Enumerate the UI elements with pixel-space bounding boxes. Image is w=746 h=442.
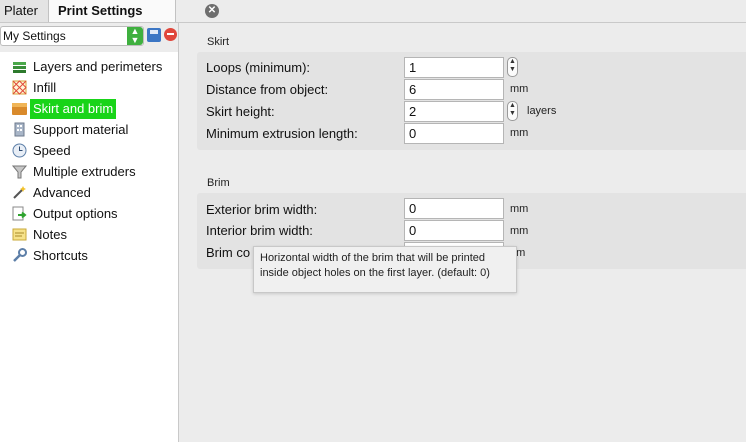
delete-icon[interactable]	[164, 28, 177, 41]
sidebar-item-label: Skirt and brim	[30, 99, 117, 119]
settings-sidebar: My Settings ▲ ▼ Layers and perimeters Inf…	[0, 23, 179, 442]
sidebar-item-label: Support material	[33, 122, 129, 137]
chevron-updown-icon[interactable]: ▲ ▼	[127, 27, 143, 45]
exterior-brim-input[interactable]: 0	[404, 198, 504, 219]
skirt-height-input[interactable]: 2	[404, 101, 504, 122]
distance-input[interactable]: 6	[404, 79, 504, 100]
exterior-brim-unit: mm	[510, 203, 529, 215]
interior-brim-tooltip: Horizontal width of the brim that will b…	[253, 246, 517, 293]
loops-input[interactable]: 1	[404, 57, 504, 78]
export-icon	[12, 206, 27, 221]
loops-label: Loops (minimum):	[206, 60, 311, 75]
sidebar-item-label: Multiple extruders	[33, 164, 136, 179]
tab-print-settings[interactable]: Print Settings ✕	[49, 0, 219, 22]
box-icon	[12, 103, 27, 115]
wand-icon	[13, 186, 26, 199]
interior-brim-unit: mm	[510, 225, 529, 237]
sidebar-item-label: Notes	[33, 227, 67, 242]
skirt-group-title: Skirt	[207, 36, 229, 48]
category-tree: Layers and perimeters Infill Skirt and b…	[0, 52, 178, 442]
brim-group-title: Brim	[207, 177, 230, 189]
funnel-icon	[12, 165, 27, 179]
min-length-unit: mm	[510, 127, 529, 139]
preset-select[interactable]: My Settings ▲ ▼	[0, 26, 144, 46]
brim-connections-label: Brim co	[206, 245, 251, 260]
distance-unit: mm	[510, 83, 529, 95]
close-icon[interactable]: ✕	[205, 4, 219, 18]
sidebar-item-label: Speed	[33, 143, 71, 158]
skirt-height-unit: layers	[527, 105, 557, 117]
save-icon[interactable]	[147, 28, 161, 42]
exterior-brim-label: Exterior brim width:	[206, 202, 318, 217]
layers-icon	[13, 62, 26, 73]
min-length-input[interactable]: 0	[404, 123, 504, 144]
interior-brim-input[interactable]: 0	[404, 220, 504, 241]
loops-stepper[interactable]: ▲ ▼	[507, 57, 518, 77]
tab-print-settings-label: Print Settings	[58, 3, 143, 18]
interior-brim-label: Interior brim width:	[206, 223, 313, 238]
preset-select-value: My Settings	[3, 29, 66, 43]
min-length-label: Minimum extrusion length:	[206, 126, 358, 141]
clock-icon	[12, 143, 27, 158]
note-icon	[12, 228, 27, 241]
tooltip-line-2: inside object holes on the first layer. …	[260, 267, 490, 279]
sidebar-item-label: Advanced	[33, 185, 91, 200]
sidebar-item-label: Shortcuts	[33, 248, 88, 263]
skirt-height-label: Skirt height:	[206, 104, 275, 119]
tab-bar: Plater Print Settings ✕	[0, 0, 746, 23]
sidebar-item-label: Output options	[33, 206, 118, 221]
sidebar-item-label: Infill	[33, 80, 57, 95]
sidebar-item-label: Layers and perimeters	[33, 59, 163, 74]
tooltip-line-1: Horizontal width of the brim that will b…	[260, 252, 485, 264]
tab-plater[interactable]: Plater	[0, 0, 49, 22]
skirt-height-stepper[interactable]: ▲ ▼	[507, 101, 518, 121]
infill-icon	[12, 80, 27, 95]
distance-label: Distance from object:	[206, 82, 329, 97]
wrench-icon	[13, 248, 27, 262]
building-icon	[14, 122, 25, 137]
